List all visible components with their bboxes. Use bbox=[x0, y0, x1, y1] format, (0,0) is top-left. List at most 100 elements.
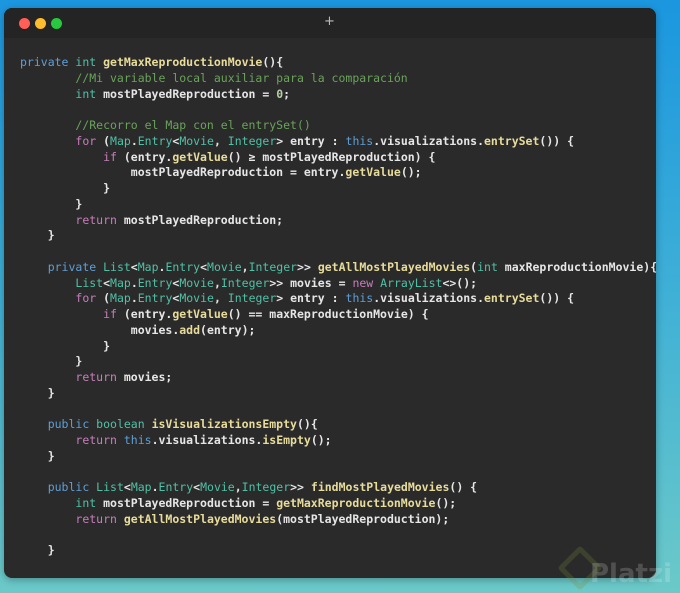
code-line: } bbox=[20, 339, 656, 355]
code-token: ; bbox=[283, 86, 291, 101]
code-line: private int getMaxReproductionMovie(){ bbox=[20, 55, 656, 71]
code-line: } bbox=[20, 197, 656, 213]
code-token: entrySet bbox=[484, 291, 540, 306]
code-token: ()) { bbox=[539, 291, 575, 306]
title-bar: + bbox=[4, 8, 656, 38]
code-line: } bbox=[20, 449, 656, 465]
code-line: int mostPlayedReproduction = getMaxRepro… bbox=[20, 496, 656, 512]
code-line: mostPlayedReproduction = entry.getValue(… bbox=[20, 165, 656, 181]
code-token: . bbox=[151, 480, 159, 495]
code-token: List bbox=[96, 480, 124, 495]
code-line: public boolean isVisualizationsEmpty(){ bbox=[20, 417, 656, 433]
code-token: < bbox=[130, 259, 138, 274]
code-token: private bbox=[20, 55, 76, 69]
code-token: (mostPlayedReproduction); bbox=[276, 511, 450, 526]
code-token: } bbox=[20, 385, 55, 400]
code-token: Movie bbox=[207, 259, 242, 274]
code-token: public bbox=[47, 417, 97, 432]
code-token: mostPlayedReproduction = entry. bbox=[20, 165, 346, 180]
code-token: movies; bbox=[123, 370, 173, 384]
code-line: if (entry.getValue() == maxReproductionM… bbox=[20, 307, 656, 323]
code-line: for (Map.Entry<Movie, Integer> entry : t… bbox=[20, 134, 656, 150]
code-token: this bbox=[345, 133, 374, 148]
code-token: , bbox=[234, 480, 242, 495]
code-token: isEmpty bbox=[262, 433, 311, 447]
code-line: } bbox=[20, 181, 656, 197]
code-token: private bbox=[47, 259, 104, 274]
code-token: mostPlayedReproduction = bbox=[103, 86, 277, 101]
code-token: Map bbox=[137, 259, 159, 274]
code-token: if bbox=[103, 149, 124, 164]
code-token: Movie bbox=[200, 480, 235, 495]
code-token: for bbox=[75, 133, 104, 148]
code-token: Map bbox=[110, 291, 131, 306]
code-token: (); bbox=[400, 165, 422, 180]
code-token: getAllMostPlayedMovies bbox=[123, 511, 277, 526]
code-token: . bbox=[130, 133, 138, 148]
code-token: .visualizations. bbox=[373, 133, 484, 148]
maximize-window-button[interactable] bbox=[51, 18, 62, 29]
code-token: List bbox=[75, 275, 104, 290]
code-token: (entry. bbox=[123, 149, 173, 164]
code-line: } bbox=[20, 543, 656, 559]
code-token: Integer bbox=[227, 291, 277, 306]
code-line: } bbox=[20, 354, 656, 370]
code-token: > entry : bbox=[276, 291, 346, 306]
code-token: getValue bbox=[172, 149, 228, 164]
code-token: < bbox=[123, 480, 131, 495]
code-token: , bbox=[241, 259, 249, 274]
code-token: . bbox=[130, 291, 138, 306]
code-token: } bbox=[20, 181, 111, 195]
code-line: } bbox=[20, 228, 656, 244]
code-token: } bbox=[20, 196, 83, 211]
code-token: <>(); bbox=[442, 275, 478, 290]
code-token: getValue bbox=[172, 307, 228, 321]
code-window: + private int getMaxReproductionMovie(){… bbox=[4, 8, 656, 578]
code-line: return this.visualizations.isEmpty(); bbox=[20, 433, 656, 449]
new-tab-button[interactable]: + bbox=[324, 14, 335, 29]
code-token: getValue bbox=[345, 165, 401, 180]
code-token: return bbox=[75, 370, 124, 384]
code-token: Movie bbox=[179, 133, 214, 148]
code-token: >> bbox=[290, 480, 311, 495]
minimize-window-button[interactable] bbox=[35, 18, 46, 29]
code-token: List bbox=[103, 259, 131, 274]
code-token: int bbox=[477, 259, 505, 274]
code-line: private List<Map.Entry<Movie,Integer>> g… bbox=[20, 260, 656, 276]
code-token: new bbox=[352, 275, 381, 290]
code-token: Integer bbox=[248, 259, 298, 274]
code-line: for (Map.Entry<Movie, Integer> entry : t… bbox=[20, 291, 656, 307]
code-token: () == maxReproductionMovie) { bbox=[227, 307, 429, 321]
code-token: getMaxReproductionMovie bbox=[103, 55, 263, 69]
code-token: Entry bbox=[158, 480, 194, 495]
code-token: . bbox=[130, 275, 138, 290]
code-line: } bbox=[20, 386, 656, 402]
code-token: } bbox=[20, 228, 55, 243]
code-token: Map bbox=[110, 275, 131, 290]
code-token: (){ bbox=[296, 417, 318, 432]
code-token: movies. bbox=[20, 322, 180, 337]
code-token: maxReproductionMovie){ bbox=[504, 259, 656, 274]
code-line: return mostPlayedReproduction; bbox=[20, 213, 656, 229]
close-window-button[interactable] bbox=[19, 18, 30, 29]
code-token: mostPlayedReproduction; bbox=[123, 212, 284, 227]
code-token: int bbox=[75, 55, 104, 69]
code-token: if bbox=[103, 307, 124, 321]
code-token: int bbox=[75, 86, 104, 101]
code-line: //Mi variable local auxiliar para la com… bbox=[20, 71, 656, 87]
code-token: Map bbox=[130, 480, 152, 495]
code-token: , bbox=[213, 291, 228, 306]
code-token: return bbox=[75, 433, 124, 447]
code-line: movies.add(entry); bbox=[20, 323, 656, 339]
platzi-watermark: Platzi bbox=[590, 559, 672, 589]
code-token: Entry bbox=[137, 133, 173, 148]
